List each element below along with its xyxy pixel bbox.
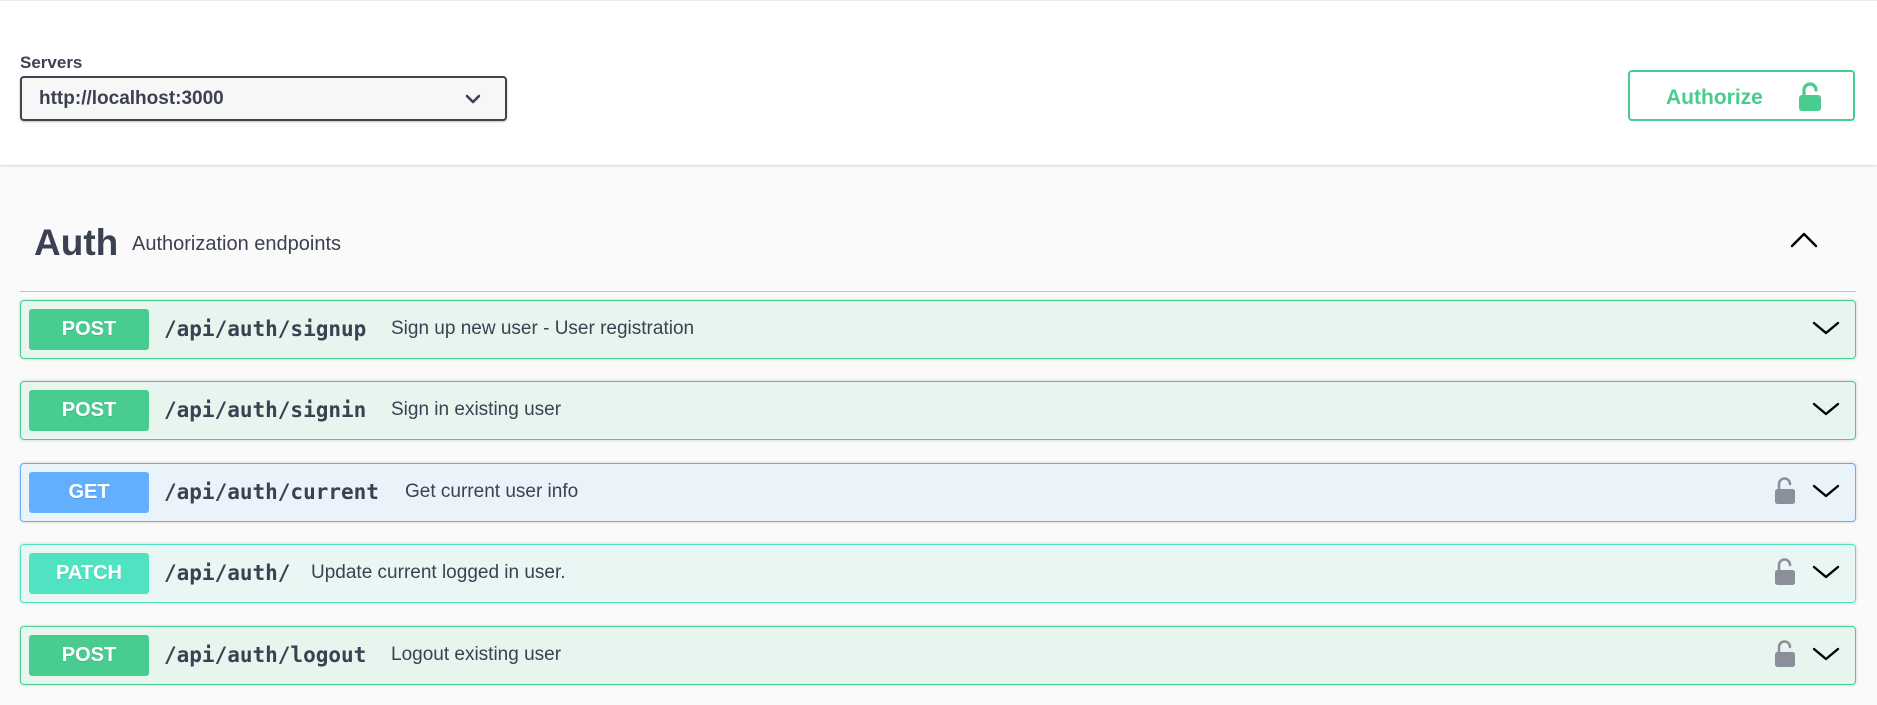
unlocked-lock-icon xyxy=(1799,82,1821,111)
operation-summary: Update current logged in user. xyxy=(311,562,566,583)
chevron-down-icon[interactable] xyxy=(1811,398,1841,420)
method-badge: PATCH xyxy=(29,553,149,594)
tag-description: Authorization endpoints xyxy=(132,233,342,255)
servers-selected-value: http://localhost:3000 xyxy=(39,87,224,109)
operation-post-signup[interactable]: POST /api/auth/signup Sign up new user -… xyxy=(20,300,1856,359)
operation-path: /api/auth/signin xyxy=(164,398,367,422)
operation-patch-auth[interactable]: PATCH /api/auth/ Update current logged i… xyxy=(20,544,1856,603)
servers-label: Servers xyxy=(20,53,83,72)
operation-summary: Sign in existing user xyxy=(391,399,562,420)
authorize-button[interactable]: Authorize xyxy=(1628,70,1855,121)
operation-path: /api/auth/logout xyxy=(164,643,367,667)
operation-summary: Get current user info xyxy=(405,481,579,502)
method-badge: POST xyxy=(29,309,149,350)
top-bar: Servers http://localhost:3000 Authorize xyxy=(0,0,1877,165)
method-badge: POST xyxy=(29,390,149,431)
chevron-up-icon[interactable] xyxy=(1788,228,1820,252)
operation-post-signin[interactable]: POST /api/auth/signin Sign in existing u… xyxy=(20,381,1856,440)
chevron-down-icon[interactable] xyxy=(1811,480,1841,502)
chevron-down-icon[interactable] xyxy=(1811,643,1841,665)
operation-post-logout[interactable]: POST /api/auth/logout Logout existing us… xyxy=(20,626,1856,685)
unlocked-lock-icon[interactable] xyxy=(1773,477,1797,505)
chevron-down-icon[interactable] xyxy=(1811,561,1841,583)
chevron-down-icon[interactable] xyxy=(1811,317,1841,339)
operation-summary: Sign up new user - User registration xyxy=(391,318,695,339)
authorize-label: Authorize xyxy=(1666,86,1763,109)
unlocked-lock-icon[interactable] xyxy=(1773,640,1797,668)
unlocked-lock-icon[interactable] xyxy=(1773,558,1797,586)
operation-summary: Logout existing user xyxy=(391,644,562,665)
tag-title: Auth xyxy=(34,222,119,263)
method-badge: POST xyxy=(29,635,149,676)
chevron-down-icon xyxy=(465,94,481,104)
operation-path: /api/auth/signup xyxy=(164,317,367,341)
operation-path: /api/auth/current xyxy=(164,480,379,504)
operation-path: /api/auth/ xyxy=(164,561,291,585)
servers-select[interactable]: http://localhost:3000 xyxy=(20,76,507,121)
operation-get-current[interactable]: GET /api/auth/current Get current user i… xyxy=(20,463,1856,522)
method-badge: GET xyxy=(29,472,149,513)
tag-section-header[interactable]: Auth Authorization endpoints xyxy=(20,208,1856,292)
